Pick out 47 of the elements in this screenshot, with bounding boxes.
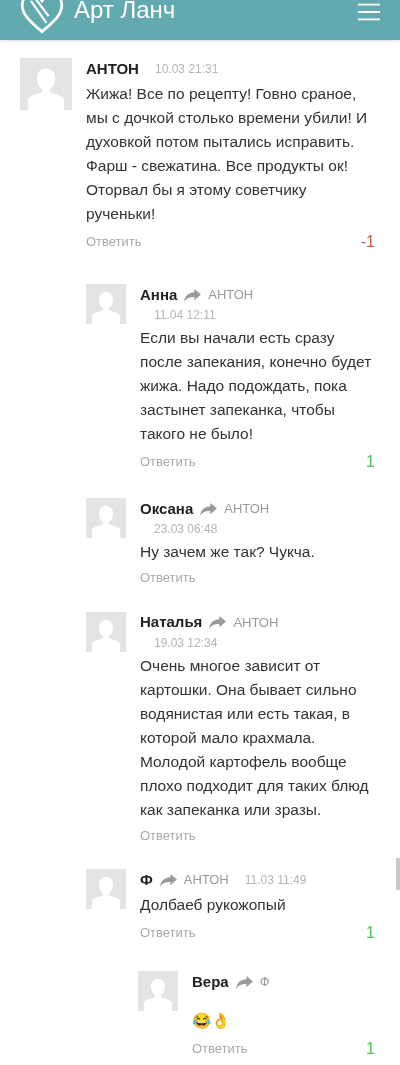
reply-to-author: АНТОН <box>224 500 270 519</box>
reply-link[interactable]: Ответить <box>140 568 196 588</box>
comment-date: 19.03 12:34 <box>154 634 218 652</box>
comment-author: Анна <box>140 284 178 305</box>
scrollbar[interactable] <box>396 858 400 890</box>
avatar <box>86 284 126 324</box>
reply-link[interactable]: Ответить <box>140 452 196 472</box>
comment-rating: 1 <box>366 923 375 943</box>
reply-to-author: АНТОН <box>233 613 279 632</box>
comment-text: Очень многое зависит от картошки. Она бывает сильно водянистая или есть такая, в которой мало крахмала. Молодой картофель вообще плохо подходит для таких блюд как запеканка или зразы. <box>140 655 370 820</box>
comment-date: 11.03 11:49 <box>244 872 307 889</box>
reply-arrow-icon <box>199 501 219 517</box>
avatar <box>20 58 72 110</box>
reply-to-author: Ф <box>259 973 270 992</box>
reply-link[interactable]: Ответить <box>192 1039 248 1059</box>
menu-icon[interactable] <box>358 2 380 22</box>
heart-fork-logo-icon[interactable] <box>20 0 64 34</box>
avatar <box>138 971 178 1011</box>
avatar <box>86 611 126 652</box>
reply-arrow-icon <box>158 872 178 888</box>
avatar <box>86 498 126 538</box>
reply-link[interactable]: Ответить <box>86 232 142 252</box>
comment-text: Ну зачем же так? Чукча. <box>140 542 316 562</box>
comment-text: 😂👌 <box>192 1011 231 1031</box>
comment-author: Оксана <box>140 498 194 519</box>
comment-rating: 1 <box>366 452 375 472</box>
comment-author: Вера <box>192 971 229 992</box>
avatar <box>86 869 126 909</box>
reply-to-author: АНТОН <box>183 871 229 890</box>
site-title[interactable]: Арт Ланч <box>74 0 176 26</box>
comment-rating: 1 <box>366 1039 375 1059</box>
reply-arrow-icon <box>183 287 203 303</box>
reply-arrow-icon <box>208 615 228 630</box>
comment-date: 23.03 06:48 <box>154 521 218 538</box>
comment-date: 10.03 21:31 <box>154 61 219 78</box>
comment-author: АНТОН <box>86 58 139 79</box>
reply-link[interactable]: Ответить <box>140 825 196 845</box>
comment-text: Если вы начали есть сразу после запекания, конечно будет жижа. Надо подождать, пока застынет запеканка, чтобы такого не было! <box>140 328 373 444</box>
comment-author: Наталья <box>140 612 203 633</box>
reply-to-author: АНТОН <box>208 286 254 305</box>
comment-text: Жижа! Все по рецепту! Говно сраное, мы с дочкой столько времени убили! И духовкой потом пытались исправить. Фарш - свежатина. Все продукты ок! Оторвал бы я этому советчику рученьки! <box>86 84 369 224</box>
comment-author: Ф <box>140 869 153 890</box>
comment-rating: -1 <box>360 232 375 252</box>
comment-text: Долбаеб рукожопый <box>140 895 287 915</box>
reply-arrow-icon <box>234 974 254 990</box>
comment-date: 11.04 12:11 <box>154 307 216 324</box>
reply-link[interactable]: Ответить <box>140 923 196 943</box>
